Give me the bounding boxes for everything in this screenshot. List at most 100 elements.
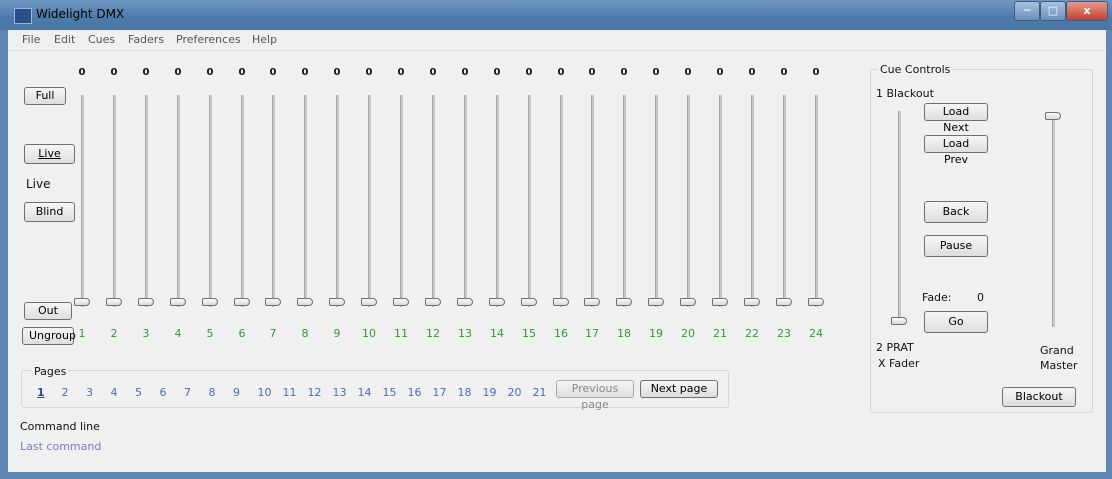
channel-fader-track[interactable]	[655, 95, 658, 307]
channel-fader-track[interactable]	[751, 95, 754, 307]
channel-fader-thumb[interactable]	[425, 298, 441, 306]
channel-fader-track[interactable]	[304, 95, 307, 307]
menu-file[interactable]: File	[22, 33, 40, 46]
channel-fader-thumb[interactable]	[170, 298, 186, 306]
load-prev-button[interactable]: Load Prev	[924, 135, 988, 166]
page-link[interactable]: 10	[258, 386, 272, 399]
menu-faders[interactable]: Faders	[128, 33, 164, 46]
channel-fader-track[interactable]	[209, 95, 212, 307]
channel-fader-track[interactable]	[783, 95, 786, 307]
channel-fader-track[interactable]	[113, 95, 116, 307]
channel-fader-track[interactable]	[623, 95, 626, 307]
maximize-button[interactable]: □	[1040, 1, 1066, 21]
page-link[interactable]: 16	[408, 386, 422, 399]
channel-fader-track[interactable]	[81, 95, 84, 307]
channel-fader-thumb[interactable]	[616, 298, 632, 306]
channel-fader-thumb[interactable]	[489, 298, 505, 306]
page-link[interactable]: 5	[135, 386, 142, 399]
page-link[interactable]: 19	[483, 386, 497, 399]
channel-fader-thumb[interactable]	[202, 298, 218, 306]
page-link[interactable]: 12	[308, 386, 322, 399]
page-link[interactable]: 17	[433, 386, 447, 399]
channel-fader-thumb[interactable]	[648, 298, 664, 306]
channel-fader-track[interactable]	[272, 95, 275, 307]
channel-fader-track[interactable]	[241, 95, 244, 307]
page-link[interactable]: 2	[62, 386, 69, 399]
menu-help[interactable]: Help	[252, 33, 277, 46]
channel-fader-thumb[interactable]	[138, 298, 154, 306]
load-next-button[interactable]: Load Next	[924, 103, 988, 134]
menu-preferences[interactable]: Preferences	[176, 33, 241, 46]
channel-fader-thumb[interactable]	[584, 298, 600, 306]
channel-fader-track[interactable]	[591, 95, 594, 307]
full-button[interactable]: Full	[24, 87, 66, 105]
channel-fader-track[interactable]	[464, 95, 467, 307]
channel-fader-track[interactable]	[496, 95, 499, 307]
page-link[interactable]: 21	[533, 386, 547, 399]
page-link[interactable]: 13	[333, 386, 347, 399]
page-link[interactable]: 6	[160, 386, 167, 399]
menu-cues[interactable]: Cues	[88, 33, 115, 46]
channel-fader-thumb[interactable]	[680, 298, 696, 306]
channel-fader-thumb[interactable]	[712, 298, 728, 306]
channel-fader-track[interactable]	[368, 95, 371, 307]
page-link[interactable]: 14	[358, 386, 372, 399]
page-link[interactable]: 8	[209, 386, 216, 399]
blackout-button[interactable]: Blackout	[1002, 387, 1076, 407]
channel-fader-track[interactable]	[815, 95, 818, 307]
x-fader-track[interactable]	[898, 111, 901, 323]
grand-master-track[interactable]	[1052, 119, 1055, 327]
channel-fader-track[interactable]	[528, 95, 531, 307]
page-link[interactable]: 7	[184, 386, 191, 399]
channel-fader-thumb[interactable]	[457, 298, 473, 306]
page-link[interactable]: 9	[233, 386, 240, 399]
channel-fader-thumb[interactable]	[744, 298, 760, 306]
page-link[interactable]: 11	[283, 386, 297, 399]
blind-button[interactable]: Blind	[24, 202, 75, 222]
x-fader-thumb[interactable]	[891, 317, 907, 325]
page-link[interactable]: 18	[458, 386, 472, 399]
channel-value: 0	[716, 67, 724, 78]
channel-fader-thumb[interactable]	[106, 298, 122, 306]
back-button[interactable]: Back	[924, 201, 988, 223]
channel-fader-thumb[interactable]	[234, 298, 250, 306]
channel-fader-track[interactable]	[560, 95, 563, 307]
menu-edit[interactable]: Edit	[54, 33, 75, 46]
channel-fader-thumb[interactable]	[521, 298, 537, 306]
channel-fader-track[interactable]	[432, 95, 435, 307]
channel-fader-track[interactable]	[145, 95, 148, 307]
page-link[interactable]: 3	[86, 386, 93, 399]
channel-fader-thumb[interactable]	[297, 298, 313, 306]
minimize-button[interactable]: ─	[1014, 1, 1040, 21]
channel-fader-thumb[interactable]	[393, 298, 409, 306]
page-link[interactable]: 1	[37, 386, 45, 399]
next-page-button[interactable]: Next page	[640, 380, 718, 398]
channel-fader-thumb[interactable]	[776, 298, 792, 306]
ungroup-button[interactable]: Ungroup	[22, 327, 76, 345]
channel-fader-thumb[interactable]	[329, 298, 345, 306]
page-link[interactable]: 20	[508, 386, 522, 399]
channel-fader-thumb[interactable]	[808, 298, 824, 306]
channel-fader-thumb[interactable]	[74, 298, 90, 306]
grand-master-thumb[interactable]	[1045, 112, 1061, 120]
previous-page-button[interactable]: Previous page	[556, 380, 634, 411]
channel-fader-thumb[interactable]	[553, 298, 569, 306]
pause-button[interactable]: Pause	[924, 235, 988, 257]
channel-fader-thumb[interactable]	[361, 298, 377, 306]
channel-fader-thumb[interactable]	[265, 298, 281, 306]
title-bar: Widelight DMX ─ □ x	[0, 0, 1112, 30]
close-button[interactable]: x	[1066, 1, 1108, 21]
last-command-field[interactable]: Last command	[20, 440, 101, 453]
page-link[interactable]: 4	[111, 386, 118, 399]
out-button[interactable]: Out	[24, 302, 72, 320]
channel-value: 0	[269, 67, 277, 78]
go-button[interactable]: Go	[924, 311, 988, 333]
channel-fader-track[interactable]	[719, 95, 722, 307]
channel-fader-track[interactable]	[177, 95, 180, 307]
channel-fader-track[interactable]	[687, 95, 690, 307]
page-link[interactable]: 15	[383, 386, 397, 399]
live-button[interactable]: Live	[24, 144, 75, 164]
channel-number: 10	[362, 327, 376, 340]
channel-fader-track[interactable]	[400, 95, 403, 307]
channel-fader-track[interactable]	[336, 95, 339, 307]
